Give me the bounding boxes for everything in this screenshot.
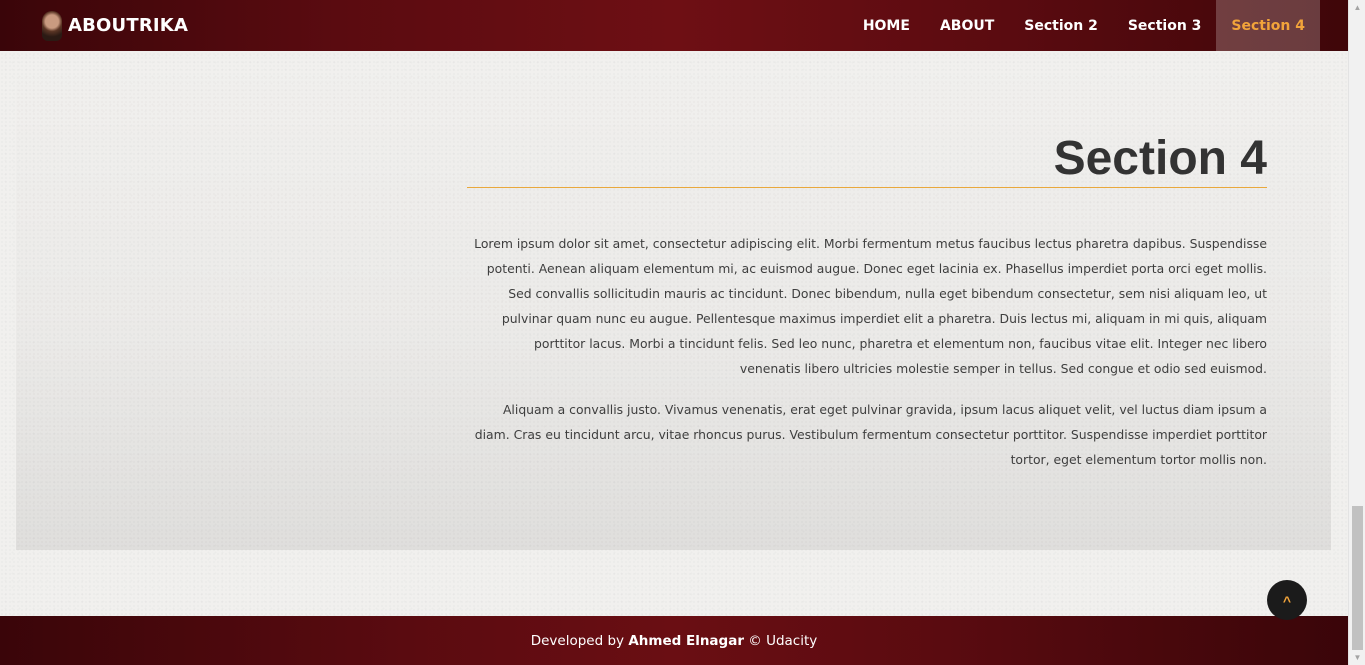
section-heading: Section 4 (1053, 132, 1267, 185)
section-paragraph-1: Lorem ipsum dolor sit amet, consectetur … (474, 236, 1267, 376)
section-body: Lorem ipsum dolor sit amet, consectetur … (472, 231, 1267, 488)
brand-name: ABOUTRIKA (68, 15, 189, 36)
footer-author: Ahmed Elnagar (628, 632, 744, 649)
nav-item-about[interactable]: ABOUT (925, 0, 1009, 51)
section-4-panel: Section 4 Lorem ipsum dolor sit amet, co… (16, 51, 1331, 550)
nav-item-home[interactable]: HOME (848, 0, 925, 51)
section-paragraph-2: Aliquam a convallis justo. Vivamus venen… (474, 402, 1267, 467)
brand-logo-link[interactable]: ABOUTRIKA (42, 10, 189, 41)
scrollbar-thumb[interactable] (1352, 506, 1363, 650)
footer-suffix: © Udacity (748, 632, 818, 649)
scroll-down-arrow-icon[interactable]: ▼ (1349, 650, 1365, 665)
scroll-to-top-button[interactable]: ^ (1267, 580, 1307, 620)
heading-divider (467, 187, 1267, 188)
nav-menu: HOME ABOUT Section 2 Section 3 Section 4 (848, 0, 1320, 51)
nav-item-section-3[interactable]: Section 3 (1113, 0, 1217, 51)
footer: Developed by Ahmed Elnagar © Udacity (0, 616, 1348, 665)
vertical-scrollbar[interactable]: ▲ ▼ (1348, 0, 1365, 665)
scroll-up-arrow-icon[interactable]: ▲ (1349, 0, 1365, 15)
navbar: ABOUTRIKA HOME ABOUT Section 2 Section 3… (0, 0, 1348, 51)
footer-prefix: Developed by (530, 632, 625, 649)
nav-item-section-2[interactable]: Section 2 (1009, 0, 1113, 51)
brand-avatar (42, 10, 62, 41)
nav-item-section-4[interactable]: Section 4 (1216, 0, 1320, 51)
caret-up-icon: ^ (1282, 593, 1292, 609)
